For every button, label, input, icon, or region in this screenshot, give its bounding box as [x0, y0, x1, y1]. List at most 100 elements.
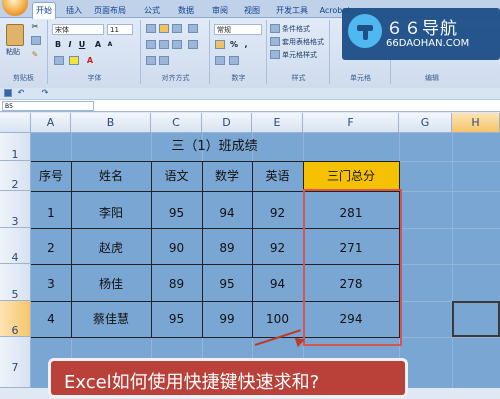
column-header-b[interactable]: B [71, 113, 151, 133]
tab-view[interactable]: 视图 [240, 3, 264, 18]
underline-button[interactable]: U [77, 40, 87, 50]
cell-a3[interactable]: 1 [31, 191, 71, 228]
currency-icon[interactable] [215, 40, 225, 49]
column-header-f[interactable]: F [303, 113, 399, 133]
number-format-select[interactable]: 常规 [214, 24, 262, 35]
row-header-4[interactable]: 4 [0, 228, 31, 264]
decrease-indent-icon[interactable] [146, 56, 156, 65]
cell-style-icon[interactable] [270, 50, 280, 59]
column-header-e[interactable]: E [252, 113, 303, 133]
cell-a4[interactable]: 2 [31, 228, 71, 264]
align-right-icon[interactable] [172, 40, 182, 49]
comma-button[interactable]: , [241, 40, 251, 50]
clipboard-group: 粘贴 ✂ ✎ 剪贴板 [0, 20, 48, 84]
cell-d6[interactable]: 99 [202, 301, 252, 337]
cell-e4[interactable]: 92 [252, 228, 303, 264]
tab-home[interactable]: 开始 [32, 2, 56, 19]
align-bottom-icon[interactable] [172, 24, 182, 33]
header-cell-total[interactable]: 三门总分 [303, 161, 399, 191]
align-center-icon[interactable] [159, 40, 169, 49]
fill-color-icon[interactable] [69, 56, 79, 65]
tab-data[interactable]: 数据 [174, 3, 198, 18]
row-header-5[interactable]: 5 [0, 264, 31, 301]
cell-c3[interactable]: 95 [151, 191, 202, 228]
style-group: 条件格式 套用表格格式 单元格样式 样式 [268, 20, 330, 84]
increase-decimal-icon[interactable] [215, 56, 225, 65]
font-size-select[interactable]: 11 [107, 24, 133, 35]
save-icon[interactable] [4, 89, 12, 97]
header-cell-english[interactable]: 英语 [252, 161, 303, 191]
cell-style-button[interactable]: 单元格样式 [282, 51, 317, 60]
copy-icon[interactable] [31, 36, 41, 45]
edit-group-label: 编辑 [425, 74, 439, 82]
conditional-format-icon[interactable] [270, 24, 280, 33]
alignment-group-label: 对齐方式 [161, 74, 190, 82]
active-cell-h6[interactable] [452, 301, 500, 337]
tab-formulas[interactable]: 公式 [140, 3, 164, 18]
row-header-6[interactable]: 6 [0, 301, 31, 337]
cell-b4[interactable]: 赵虎 [71, 228, 151, 264]
border-icon[interactable] [54, 56, 64, 65]
select-all-corner[interactable] [0, 113, 31, 133]
column-header-g[interactable]: G [399, 113, 452, 133]
table-title[interactable]: 三（1）班成绩 [31, 133, 398, 161]
alignment-group: 对齐方式 [142, 20, 210, 84]
clipboard-group-label: 剪贴板 [13, 74, 34, 82]
cell-e5[interactable]: 94 [252, 264, 303, 301]
merge-center-icon[interactable] [188, 40, 198, 49]
increase-indent-icon[interactable] [159, 56, 169, 65]
font-grow-icon[interactable]: A [93, 40, 103, 50]
name-box[interactable]: B5 [2, 101, 94, 111]
font-name-select[interactable]: 宋体 [52, 24, 104, 35]
row-header-7[interactable]: 7 [0, 337, 31, 388]
bold-button[interactable]: B [53, 40, 63, 50]
format-painter-icon[interactable]: ✎ [30, 50, 40, 60]
cell-b5[interactable]: 杨佳 [71, 264, 151, 301]
cell-e3[interactable]: 92 [252, 191, 303, 228]
align-middle-icon[interactable] [159, 24, 169, 33]
table-format-button[interactable]: 套用表格格式 [282, 38, 324, 47]
percent-button[interactable]: % [229, 40, 239, 50]
row-header-1[interactable]: 1 [0, 133, 31, 161]
tab-page-layout[interactable]: 页面布局 [90, 3, 130, 18]
header-cell-math[interactable]: 数学 [202, 161, 252, 191]
undo-icon[interactable]: ↶ [16, 88, 26, 98]
cell-c6[interactable]: 95 [151, 301, 202, 337]
cell-d5[interactable]: 95 [202, 264, 252, 301]
align-left-icon[interactable] [146, 40, 156, 49]
redo-icon[interactable]: ↷ [40, 88, 50, 98]
column-header-c[interactable]: C [151, 113, 202, 133]
column-header-h[interactable]: H [452, 113, 500, 133]
wrap-text-icon[interactable] [188, 24, 198, 33]
cell-a5[interactable]: 3 [31, 264, 71, 301]
cell-d4[interactable]: 89 [202, 228, 252, 264]
column-header-a[interactable]: A [31, 113, 71, 133]
cell-a6[interactable]: 4 [31, 301, 71, 337]
cell-b3[interactable]: 李阳 [71, 191, 151, 228]
header-cell-id[interactable]: 序号 [31, 161, 71, 191]
conditional-format-button[interactable]: 条件格式 [282, 25, 310, 34]
number-group-label: 数字 [231, 74, 246, 82]
paste-button[interactable]: 粘贴 [6, 48, 20, 57]
italic-button[interactable]: I [65, 40, 75, 50]
decrease-decimal-icon[interactable] [229, 56, 239, 65]
paste-icon[interactable] [6, 24, 24, 46]
tab-review[interactable]: 审阅 [208, 3, 232, 18]
header-cell-name[interactable]: 姓名 [71, 161, 151, 191]
caption-text: Excel如何使用快捷键快速求和? [64, 372, 320, 393]
tab-developer[interactable]: 开发工具 [272, 3, 312, 18]
cell-c5[interactable]: 89 [151, 264, 202, 301]
align-top-icon[interactable] [146, 24, 156, 33]
row-header-3[interactable]: 3 [0, 191, 31, 228]
column-header-d[interactable]: D [202, 113, 252, 133]
cell-c4[interactable]: 90 [151, 228, 202, 264]
cell-b6[interactable]: 蔡佳慧 [71, 301, 151, 337]
font-color-icon[interactable]: A [85, 56, 95, 66]
font-shrink-icon[interactable]: A [105, 40, 115, 50]
table-format-icon[interactable] [270, 37, 280, 46]
tab-insert[interactable]: 插入 [62, 3, 86, 18]
row-header-2[interactable]: 2 [0, 161, 31, 191]
header-cell-chinese[interactable]: 语文 [151, 161, 202, 191]
cut-icon[interactable]: ✂ [30, 22, 40, 32]
cell-d3[interactable]: 94 [202, 191, 252, 228]
